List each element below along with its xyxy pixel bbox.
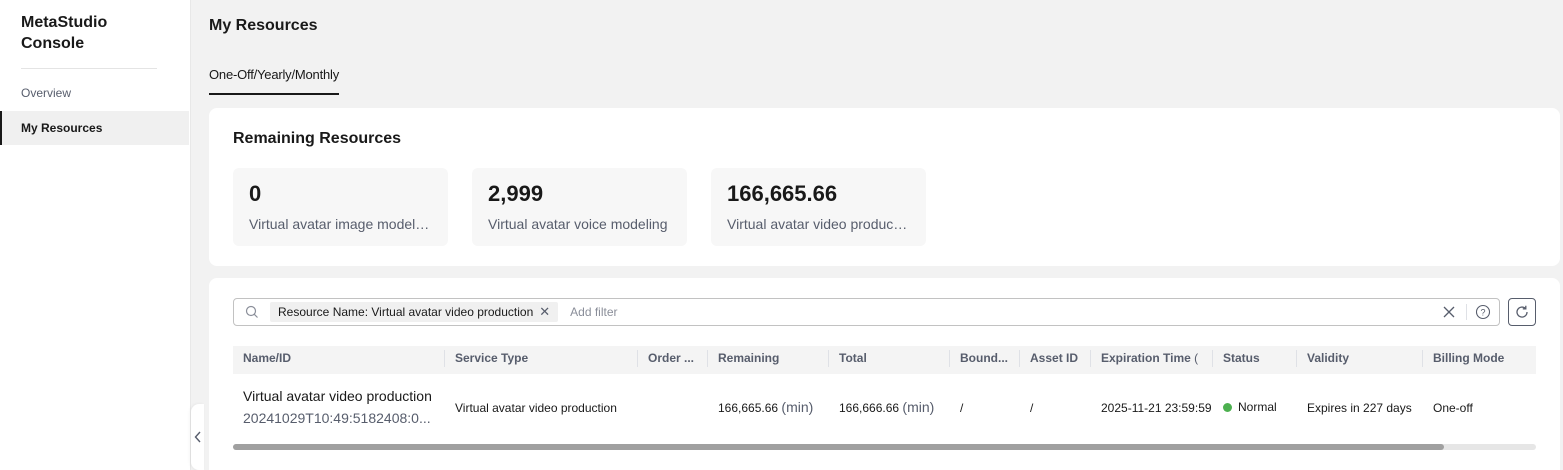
filter-tag-label: Resource Name: Virtual avatar video prod…	[278, 305, 534, 319]
resource-id: 20241029T10:49:5182408:0...	[243, 410, 431, 426]
search-input[interactable]: Add filter	[570, 305, 1431, 319]
cell-asset-id: /	[1030, 401, 1034, 415]
column-header-label: Expiration Time	[1101, 351, 1191, 365]
sort-icon[interactable]: (	[1194, 351, 1198, 365]
remaining-resources-title: Remaining Resources	[233, 130, 402, 147]
column-header-expiration-time[interactable]: Expiration Time (	[1091, 346, 1213, 374]
horizontal-scrollbar[interactable]	[233, 444, 1536, 450]
tab-one-off-yearly-monthly[interactable]: One-Off/Yearly/Monthly	[209, 67, 339, 95]
sidebar-collapse-button[interactable]	[191, 404, 204, 470]
column-header-order[interactable]: Order ...	[638, 346, 708, 374]
stat-card-video-production: 166,665.66 Virtual avatar video producti…	[711, 168, 926, 246]
stat-label: Virtual avatar image modeling	[249, 216, 432, 232]
cell-total: 166,666.66 (min)	[829, 399, 949, 415]
page-title: My Resources	[209, 17, 318, 34]
sidebar-item-my-resources[interactable]: My Resources	[0, 111, 189, 145]
cell-status: Normal	[1213, 400, 1296, 414]
refresh-button[interactable]	[1508, 298, 1536, 326]
table-row: Virtual avatar video production 20241029…	[233, 374, 1536, 442]
column-header-total[interactable]: Total	[829, 346, 949, 374]
stat-card-image-modeling: 0 Virtual avatar image modeling	[233, 168, 448, 246]
sidebar-item-overview[interactable]: Overview	[0, 76, 189, 110]
column-header-validity[interactable]: Validity	[1297, 346, 1423, 374]
column-header-status[interactable]: Status	[1213, 346, 1296, 374]
table-header: Name/ID Service Type Order ... Remaining…	[233, 346, 1536, 374]
stat-value: 0	[249, 181, 262, 206]
scrollbar-thumb[interactable]	[233, 444, 1444, 450]
stat-value: 2,999	[488, 181, 544, 206]
total-value: 166,666.66	[839, 401, 900, 415]
column-header-bound[interactable]: Bound...	[950, 346, 1020, 374]
remaining-value: 166,665.66	[718, 401, 779, 415]
status-text: Normal	[1238, 400, 1277, 414]
column-header-asset-id[interactable]: Asset ID	[1020, 346, 1090, 374]
remaining-unit: (min)	[781, 399, 814, 415]
clear-icon[interactable]	[1431, 304, 1467, 320]
console-title: MetaStudio Console	[21, 14, 108, 52]
column-header-name-id[interactable]: Name/ID	[233, 346, 444, 374]
stat-value: 166,665.66	[727, 181, 838, 206]
resources-table-card: Resource Name: Virtual avatar video prod…	[209, 278, 1560, 470]
search-filter-bar[interactable]: Resource Name: Virtual avatar video prod…	[233, 298, 1500, 326]
column-header-service-type[interactable]: Service Type	[445, 346, 637, 374]
stat-label: Virtual avatar voice modeling	[488, 216, 668, 232]
divider	[21, 68, 157, 69]
column-header-remaining[interactable]: Remaining	[708, 346, 828, 374]
cell-bound: /	[960, 401, 964, 415]
cell-remaining: 166,665.66 (min)	[708, 399, 828, 415]
help-icon[interactable]: ?	[1467, 304, 1499, 320]
cell-expiration-time: 2025-11-21 23:59:59	[1101, 401, 1212, 415]
total-unit: (min)	[902, 399, 935, 415]
stat-label: Virtual avatar video production	[727, 216, 910, 232]
close-icon[interactable]: ✕	[539, 304, 550, 320]
cell-name-id: Virtual avatar video production 20241029…	[233, 387, 444, 427]
chevron-left-icon	[194, 431, 201, 443]
column-header-billing-mode[interactable]: Billing Mode	[1423, 346, 1536, 374]
sidebar: MetaStudio Console Overview My Resources	[0, 0, 191, 470]
remaining-resources-card: Remaining Resources 0 Virtual avatar ima…	[209, 108, 1560, 266]
stat-card-voice-modeling: 2,999 Virtual avatar voice modeling	[472, 168, 687, 246]
cell-billing-mode: One-off	[1433, 401, 1473, 415]
cell-validity: Expires in 227 days	[1307, 401, 1412, 415]
search-icon	[234, 299, 270, 325]
status-dot-icon	[1223, 403, 1232, 413]
cell-service-type: Virtual avatar video production	[455, 401, 617, 415]
svg-text:?: ?	[1480, 308, 1485, 318]
refresh-icon	[1516, 305, 1528, 318]
filter-tag: Resource Name: Virtual avatar video prod…	[270, 302, 559, 322]
resource-name[interactable]: Virtual avatar video production	[243, 387, 444, 405]
